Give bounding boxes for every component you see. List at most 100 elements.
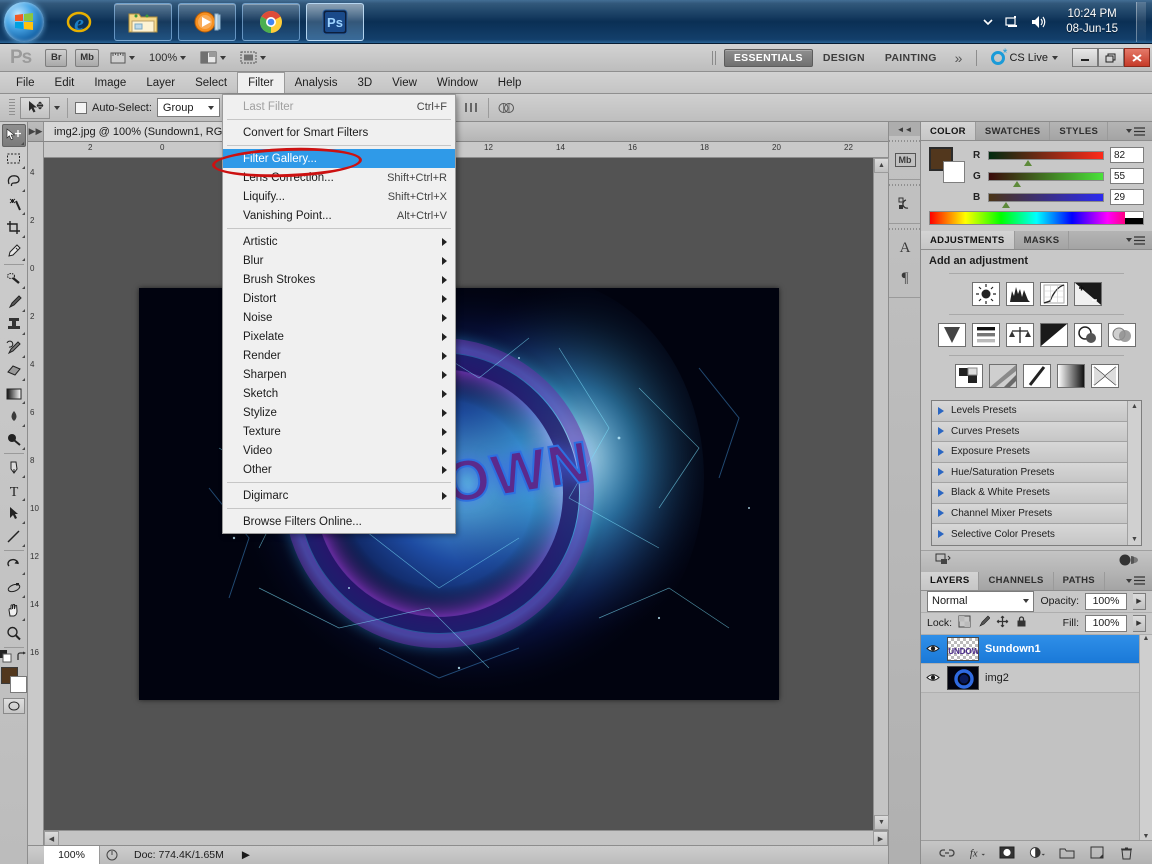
layer-name[interactable]: Sundown1 [985, 643, 1041, 655]
start-button[interactable] [4, 1, 44, 42]
menu-item-blur[interactable]: Blur [223, 251, 455, 270]
tool-history-brush-tool[interactable] [2, 336, 26, 359]
expand-panels-button[interactable]: ◄◄ [889, 122, 920, 136]
color-panel-menu-button[interactable] [1119, 122, 1152, 140]
menu-select[interactable]: Select [185, 72, 237, 93]
menu-item-artistic[interactable]: Artistic [223, 232, 455, 251]
fill-field[interactable]: 100% [1085, 614, 1127, 632]
levels-icon[interactable] [1005, 282, 1034, 306]
slider-thumb[interactable] [1024, 159, 1033, 166]
taskbar-item-internet-explorer[interactable]: e [50, 3, 108, 41]
scroll-down-arrow-icon[interactable]: ▼ [1140, 833, 1152, 840]
history-panel-icon[interactable] [889, 189, 921, 219]
scroll-left-button[interactable]: ◀ [44, 831, 59, 846]
color-balance-icon[interactable] [1005, 323, 1034, 347]
clip-to-layer-button[interactable] [935, 553, 951, 570]
opacity-field[interactable]: 100% [1085, 592, 1127, 610]
launch-bridge-button[interactable]: Br [45, 48, 68, 67]
tool-3d-orbit-tool[interactable] [2, 576, 26, 599]
tool-preset-chevron-icon[interactable] [54, 105, 60, 110]
paragraph-panel-icon[interactable]: ¶ [889, 263, 921, 293]
menu-edit[interactable]: Edit [45, 72, 85, 93]
add-layer-mask-button[interactable] [999, 845, 1015, 861]
layer-row-sundown1[interactable]: SUNDOWN Sundown1 [921, 634, 1152, 664]
scroll-down-arrow-icon[interactable]: ▼ [1131, 536, 1138, 543]
slider-thumb[interactable] [1012, 180, 1021, 187]
volume-icon[interactable] [1030, 14, 1048, 30]
auto-select-checkbox[interactable] [75, 101, 87, 114]
options-bar-grip[interactable] [9, 98, 15, 117]
restore-button[interactable] [1098, 48, 1124, 67]
tool-pen-tool[interactable] [2, 456, 26, 479]
tab-paths[interactable]: PATHS [1054, 571, 1105, 590]
show-hidden-icons-button[interactable] [982, 17, 994, 27]
layer-name[interactable]: img2 [985, 672, 1009, 684]
taskbar-item-google-chrome[interactable] [242, 2, 300, 41]
menu-3d[interactable]: 3D [347, 72, 382, 93]
workspace-design[interactable]: DESIGN [813, 49, 875, 67]
preset-exposure[interactable]: Exposure Presets [932, 442, 1127, 463]
cs-live-button[interactable]: CS Live [983, 46, 1066, 65]
menu-item-video[interactable]: Video [223, 441, 455, 460]
lock-all-button[interactable] [1015, 615, 1028, 631]
lock-image-pixels-button[interactable] [977, 615, 991, 631]
tool-zoom-tool[interactable] [2, 622, 26, 645]
layers-panel-menu-button[interactable] [1119, 572, 1152, 590]
menu-item-sketch[interactable]: Sketch [223, 384, 455, 403]
layer-visibility-toggle[interactable] [925, 643, 941, 654]
adjustments-panel-menu-button[interactable] [1119, 231, 1152, 249]
layer-thumbnail[interactable] [947, 665, 979, 690]
current-tool-preset[interactable] [20, 96, 50, 119]
brightness-contrast-icon[interactable] [971, 282, 1000, 306]
workspace-essentials[interactable]: ESSENTIALS [723, 48, 813, 67]
tool-dodge-tool[interactable] [2, 428, 26, 451]
panel-grip[interactable] [889, 224, 920, 233]
taskbar-clock[interactable]: 10:24 PM 08-Jun-15 [1058, 7, 1126, 37]
slider-thumb[interactable] [1001, 201, 1010, 208]
lock-transparent-pixels-button[interactable] [958, 615, 971, 631]
taskbar-item-windows-media-player[interactable] [178, 2, 236, 41]
adjustment-presets-list[interactable]: Levels Presets Curves Presets Exposure P… [931, 400, 1142, 546]
tool-marquee-tool[interactable] [2, 147, 26, 170]
menu-item-lens-correction[interactable]: Lens Correction... Shift+Ctrl+R [223, 168, 455, 187]
tool-eraser-tool[interactable] [2, 359, 26, 382]
close-button[interactable] [1124, 48, 1150, 67]
menu-item-distort[interactable]: Distort [223, 289, 455, 308]
channel-value-r[interactable]: 82 [1110, 147, 1144, 163]
channel-slider-g[interactable] [988, 171, 1104, 187]
tool-brush-tool[interactable] [2, 290, 26, 313]
canvas-area[interactable]: SUNDOWN [44, 158, 873, 830]
exposure-icon[interactable] [1073, 282, 1102, 306]
menu-file[interactable]: File [6, 72, 45, 93]
mini-bridge-panel-icon[interactable]: Mb [889, 145, 921, 175]
toggle-layer-visibility-button[interactable] [1118, 553, 1138, 570]
channel-mixer-icon[interactable] [1107, 323, 1136, 347]
channel-value-b[interactable]: 29 [1110, 189, 1144, 205]
zoom-level-dropdown[interactable]: 100% [142, 46, 193, 70]
menu-analysis[interactable]: Analysis [285, 72, 348, 93]
scroll-up-arrow-icon[interactable]: ▲ [1140, 635, 1152, 642]
document-tab[interactable]: img2.jpg @ 100% (Sundown1, RG [44, 122, 234, 141]
menu-item-sharpen[interactable]: Sharpen [223, 365, 455, 384]
photo-filter-icon[interactable] [1073, 323, 1102, 347]
tab-masks[interactable]: MASKS [1015, 231, 1070, 249]
tool-clone-stamp-tool[interactable] [2, 313, 26, 336]
canvas-vertical-scrollbar[interactable]: ▲ ▼ [873, 158, 889, 830]
tool-healing-brush-tool[interactable] [2, 267, 26, 290]
layer-list-scrollbar[interactable]: ▲ ▼ [1139, 634, 1152, 840]
preset-black-white[interactable]: Black & White Presets [932, 483, 1127, 504]
status-info-icon[interactable] [100, 846, 124, 864]
color-panel-swatches[interactable] [929, 147, 965, 183]
distribute-right-edges-button[interactable] [460, 98, 481, 118]
taskbar-item-windows-explorer[interactable] [114, 2, 172, 41]
preset-levels[interactable]: Levels Presets [932, 401, 1127, 422]
swap-colors-icon[interactable] [16, 651, 28, 663]
layer-thumbnail[interactable]: SUNDOWN [947, 636, 979, 661]
workspace-more-button[interactable]: » [947, 50, 971, 66]
show-desktop-button[interactable] [1136, 1, 1146, 42]
menu-item-last-filter[interactable]: Last Filter Ctrl+F [223, 97, 455, 116]
curves-icon[interactable] [1039, 282, 1068, 306]
menu-item-noise[interactable]: Noise [223, 308, 455, 327]
menu-item-pixelate[interactable]: Pixelate [223, 327, 455, 346]
tool-3d-rotate-tool[interactable] [2, 553, 26, 576]
